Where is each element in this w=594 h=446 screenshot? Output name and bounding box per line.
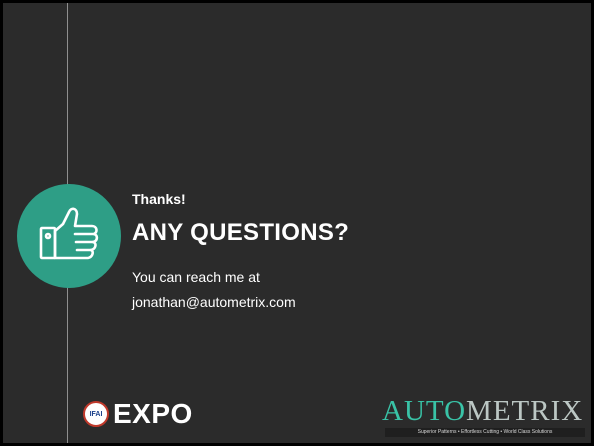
ifai-badge-icon: IFAI (83, 401, 109, 427)
expo-wordmark: EXPO (113, 398, 193, 429)
thumbs-up-icon (39, 207, 99, 260)
slide: Thanks! ANY QUESTIONS? You can reach me … (0, 0, 594, 446)
thanks-heading: Thanks! (132, 191, 186, 207)
ifai-expo-logo: IFAI EXPO (83, 397, 193, 431)
autometrix-auto-text: AUTO (382, 395, 467, 427)
contact-intro-text: You can reach me at (132, 269, 260, 285)
autometrix-logo: AUTOMETRIX Superior Patterns • Effortles… (379, 395, 589, 441)
thumbs-up-badge (17, 184, 121, 288)
slide-title: ANY QUESTIONS? (132, 219, 350, 246)
autometrix-metrix-text: METRIX (466, 395, 584, 427)
autometrix-tagline: Superior Patterns • Effortless Cutting •… (385, 428, 585, 437)
autometrix-wordmark: AUTOMETRIX (382, 395, 583, 428)
contact-email-text: jonathan@autometrix.com (132, 294, 296, 310)
